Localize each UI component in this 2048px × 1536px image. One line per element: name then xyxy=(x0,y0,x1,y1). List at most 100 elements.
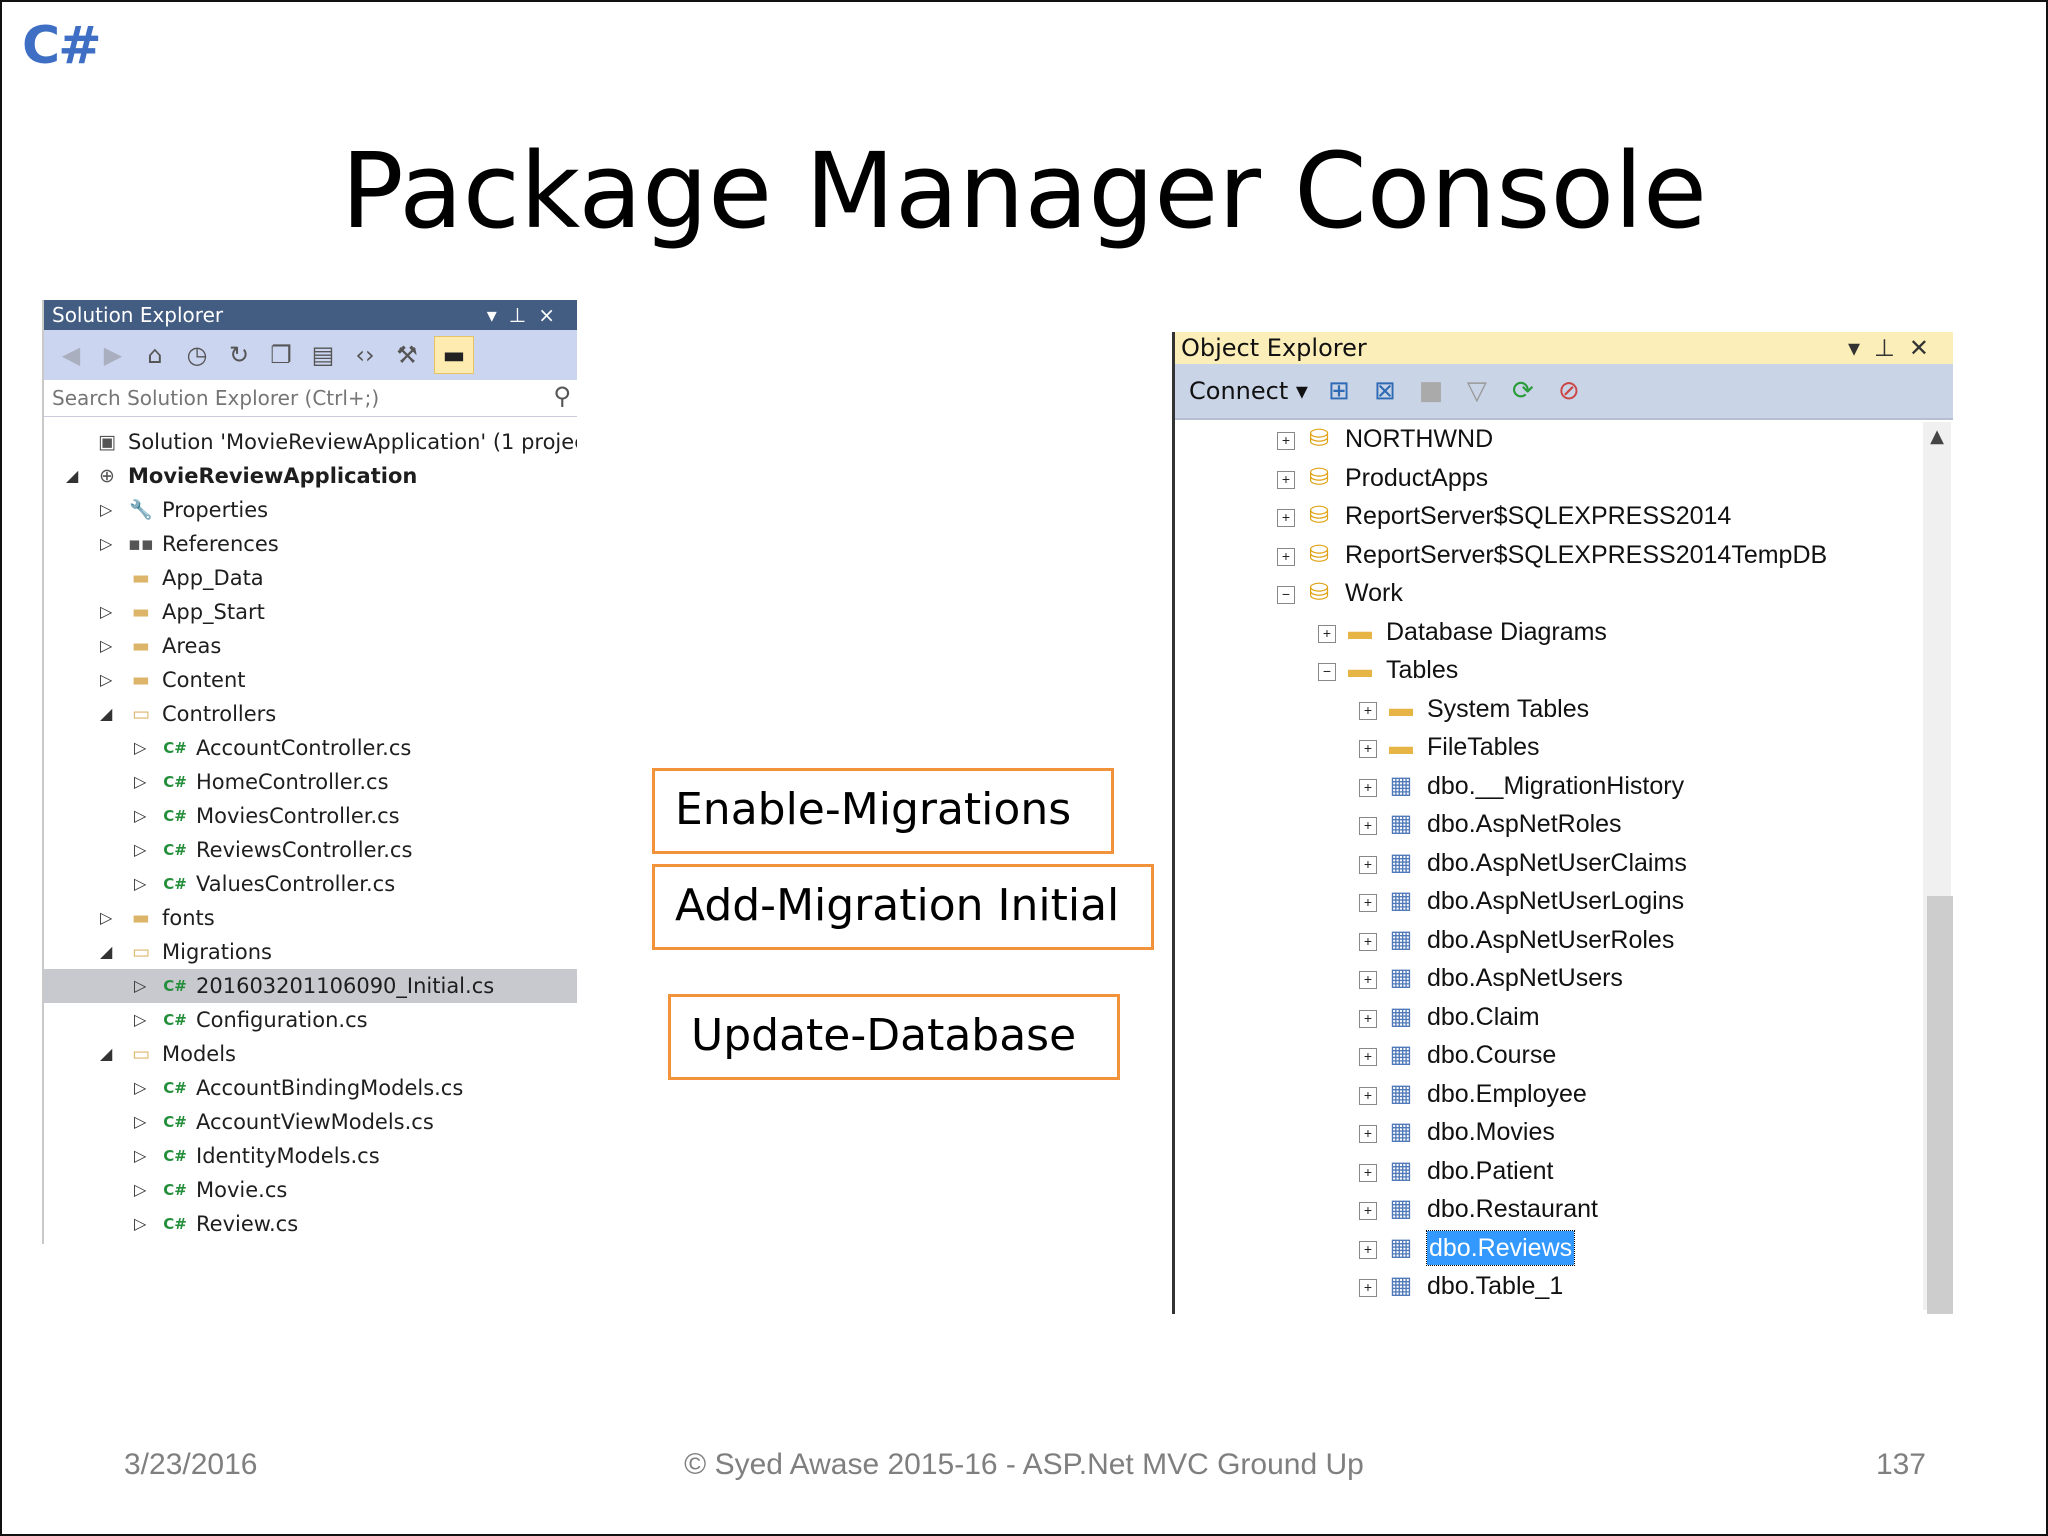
object-tree-item[interactable]: + ▦ dbo.AspNetUserLogins xyxy=(1175,882,1953,921)
object-tree-item[interactable]: + ▦ dbo.Restaurant xyxy=(1175,1190,1953,1229)
expanded-arrow-icon[interactable]: ◢ xyxy=(100,697,112,731)
expanded-arrow-icon[interactable]: ◢ xyxy=(100,1037,112,1071)
object-tree-item[interactable]: + ▦ dbo.AspNetUserRoles xyxy=(1175,921,1953,960)
collapse-icon[interactable]: − xyxy=(1318,663,1336,681)
expand-icon[interactable]: + xyxy=(1359,1125,1377,1143)
activity-monitor-icon[interactable]: ⊘ xyxy=(1554,376,1584,406)
expand-icon[interactable]: + xyxy=(1359,1163,1377,1182)
collapse-icon[interactable]: − xyxy=(1277,586,1295,604)
expand-icon[interactable]: + xyxy=(1359,894,1377,912)
object-tree-item[interactable]: + ⛁ ProductApps xyxy=(1175,459,1953,498)
object-tree-item[interactable]: + ▬ Database Diagrams xyxy=(1175,613,1953,652)
collapsed-arrow-icon[interactable]: ▷ xyxy=(134,799,146,833)
tree-item[interactable]: ▷ ▪▪ References xyxy=(44,527,577,561)
expand-icon[interactable]: + xyxy=(1359,1279,1377,1297)
tree-item[interactable]: ▷ C# ReviewsController.cs xyxy=(44,833,577,867)
refresh-icon[interactable]: ⟳ xyxy=(1508,376,1538,406)
show-all-files-icon[interactable]: ▤ xyxy=(308,337,338,373)
collapsed-arrow-icon[interactable]: ▷ xyxy=(134,1003,146,1037)
object-tree-item[interactable]: + ▦ dbo.AspNetUsers xyxy=(1175,959,1953,998)
search-icon[interactable]: ⚲ xyxy=(553,382,571,410)
tree-item[interactable]: ▷ C# MoviesController.cs xyxy=(44,799,577,833)
scroll-up-icon[interactable]: ▲ xyxy=(1923,426,1951,447)
expanded-arrow-icon[interactable]: ◢ xyxy=(66,459,78,493)
back-icon[interactable]: ◀ xyxy=(56,337,86,373)
object-tree-item[interactable]: − ▬ Tables xyxy=(1175,651,1953,690)
disconnect-server-icon[interactable]: ⊠ xyxy=(1370,376,1400,406)
object-tree-item[interactable]: + ▦ dbo.__MigrationHistory xyxy=(1175,767,1953,806)
collapsed-arrow-icon[interactable]: ▷ xyxy=(134,1173,146,1207)
tree-item[interactable]: ▷ C# AccountViewModels.cs xyxy=(44,1105,577,1139)
object-tree-item[interactable]: + ▦ dbo.Reviews xyxy=(1175,1229,1953,1268)
properties-wrench-icon[interactable]: ⚒ xyxy=(392,337,422,373)
tree-item[interactable]: ▷ C# HomeController.cs xyxy=(44,765,577,799)
collapsed-arrow-icon[interactable]: ▷ xyxy=(100,901,112,935)
object-tree-item[interactable]: + ▦ dbo.Employee xyxy=(1175,1075,1953,1114)
expand-icon[interactable]: + xyxy=(1359,701,1377,720)
collapsed-arrow-icon[interactable]: ▷ xyxy=(134,969,146,1003)
dropdown-arrow-icon[interactable]: ▾ xyxy=(487,303,509,327)
tree-item[interactable]: ▷ C# Configuration.cs xyxy=(44,1003,577,1037)
connect-button[interactable]: Connect ▾ xyxy=(1189,377,1308,405)
search-input[interactable] xyxy=(52,386,522,410)
pin-icon[interactable]: ⊥ xyxy=(1874,334,1909,362)
forward-icon[interactable]: ▶ xyxy=(98,337,128,373)
expand-icon[interactable]: + xyxy=(1359,932,1377,951)
collapsed-arrow-icon[interactable]: ▷ xyxy=(100,595,112,629)
tree-item[interactable]: ▷ ▬ App_Start xyxy=(44,595,577,629)
object-tree-item[interactable]: + ▬ FileTables xyxy=(1175,728,1953,767)
tree-item[interactable]: ▷ C# Review.cs xyxy=(44,1207,577,1241)
expand-icon[interactable]: + xyxy=(1359,1009,1377,1028)
stop-icon[interactable]: ■ xyxy=(1416,376,1446,406)
history-icon[interactable]: ◷ xyxy=(182,337,212,373)
collapsed-arrow-icon[interactable]: ▷ xyxy=(100,527,112,561)
collapsed-arrow-icon[interactable]: ▷ xyxy=(100,493,112,527)
tree-item[interactable]: ▣ Solution 'MovieReviewApplication' (1 pr… xyxy=(44,425,577,459)
tree-item[interactable]: ▷ C# Movie.cs xyxy=(44,1173,577,1207)
object-tree-item[interactable]: + ▦ dbo.Claim xyxy=(1175,998,1953,1037)
collapsed-arrow-icon[interactable]: ▷ xyxy=(134,1207,146,1241)
collapsed-arrow-icon[interactable]: ▷ xyxy=(100,629,112,663)
close-icon[interactable]: × xyxy=(538,303,567,327)
dropdown-arrow-icon[interactable]: ▾ xyxy=(1848,334,1874,362)
expand-icon[interactable]: + xyxy=(1359,740,1377,758)
expand-icon[interactable]: + xyxy=(1277,547,1295,566)
collapsed-arrow-icon[interactable]: ▷ xyxy=(134,1071,146,1105)
expand-icon[interactable]: + xyxy=(1359,817,1377,835)
close-icon[interactable]: ✕ xyxy=(1909,334,1943,362)
filter-icon[interactable]: ▽ xyxy=(1462,376,1492,406)
object-tree-item[interactable]: + ⛁ ReportServer$SQLEXPRESS2014 xyxy=(1175,497,1953,536)
object-tree-item[interactable]: + ▦ dbo.Movies xyxy=(1175,1113,1953,1152)
view-code-icon[interactable]: ‹› xyxy=(350,337,380,373)
object-tree-item[interactable]: + ▦ dbo.Patient xyxy=(1175,1152,1953,1191)
tree-item[interactable]: ◢ ▭ Controllers xyxy=(44,697,577,731)
collapsed-arrow-icon[interactable]: ▷ xyxy=(100,663,112,697)
connect-server-icon[interactable]: ⊞ xyxy=(1324,376,1354,406)
tree-item[interactable]: ▷ ▬ Areas xyxy=(44,629,577,663)
tree-item[interactable]: ▷ C# IdentityModels.cs xyxy=(44,1139,577,1173)
tree-item[interactable]: ▷ C# 201603201106090_Initial.cs xyxy=(44,969,577,1003)
object-tree-item[interactable]: + ▦ dbo.AspNetRoles xyxy=(1175,805,1953,844)
collapsed-arrow-icon[interactable]: ▷ xyxy=(134,867,146,901)
collapse-all-icon[interactable]: ❐ xyxy=(266,337,296,373)
tree-item[interactable]: ▷ ▬ fonts xyxy=(44,901,577,935)
expand-icon[interactable]: + xyxy=(1359,1086,1377,1105)
object-tree-item[interactable]: − ⛁ Work xyxy=(1175,574,1953,613)
expanded-arrow-icon[interactable]: ◢ xyxy=(100,935,112,969)
expand-icon[interactable]: + xyxy=(1359,971,1377,989)
tree-item[interactable]: ◢ ▭ Migrations xyxy=(44,935,577,969)
tree-item[interactable]: ◢ ⊕ MovieReviewApplication xyxy=(44,459,577,493)
collapsed-arrow-icon[interactable]: ▷ xyxy=(134,1139,146,1173)
collapsed-arrow-icon[interactable]: ▷ xyxy=(134,765,146,799)
collapsed-arrow-icon[interactable]: ▷ xyxy=(134,833,146,867)
home-icon[interactable]: ⌂ xyxy=(140,337,170,373)
expand-icon[interactable]: + xyxy=(1277,470,1295,489)
refresh-icon[interactable]: ↻ xyxy=(224,337,254,373)
expand-icon[interactable]: + xyxy=(1359,855,1377,874)
expand-icon[interactable]: + xyxy=(1359,1048,1377,1066)
expand-icon[interactable]: + xyxy=(1318,624,1336,643)
object-tree-item[interactable]: + ▦ dbo.Table_1 xyxy=(1175,1267,1953,1306)
tree-item[interactable]: ▷ C# AccountBindingModels.cs xyxy=(44,1071,577,1105)
tree-item[interactable]: ▷ 🔧 Properties xyxy=(44,493,577,527)
pin-icon[interactable]: ⊥ xyxy=(509,303,538,327)
